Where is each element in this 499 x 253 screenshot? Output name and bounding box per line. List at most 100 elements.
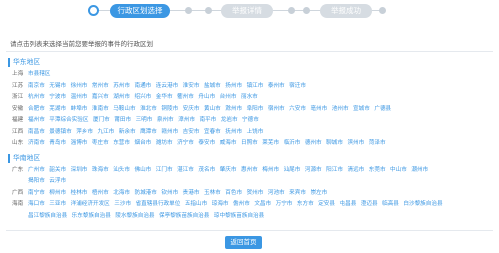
city-link[interactable]: 吉安市 — [183, 127, 200, 139]
city-link[interactable]: 三沙市 — [114, 199, 131, 211]
city-link[interactable]: 梧州市 — [92, 188, 109, 200]
city-link[interactable]: 茂名市 — [198, 165, 215, 177]
city-link[interactable]: 防城港市 — [134, 188, 156, 200]
city-link[interactable]: 万宁市 — [276, 199, 293, 211]
city-link[interactable]: 陵水黎族自治县 — [115, 211, 154, 223]
city-link[interactable]: 德州市 — [305, 138, 322, 150]
city-link[interactable]: 佛山市 — [134, 165, 151, 177]
city-link[interactable]: 温州市 — [71, 92, 88, 104]
city-link[interactable]: 淄博市 — [71, 138, 88, 150]
city-link[interactable]: 东营市 — [113, 138, 130, 150]
city-link[interactable]: 宁波市 — [49, 92, 66, 104]
city-link[interactable]: 滁州市 — [225, 104, 242, 116]
city-link[interactable]: 五指山市 — [185, 199, 207, 211]
city-link[interactable]: 阜阳市 — [247, 104, 264, 116]
city-link[interactable]: 汕尾市 — [284, 165, 301, 177]
city-link[interactable]: 潮州市 — [411, 165, 428, 177]
city-link[interactable]: 无锡市 — [49, 81, 66, 93]
city-link[interactable]: 泰安市 — [198, 138, 215, 150]
city-link[interactable]: 文昌市 — [254, 199, 271, 211]
city-link[interactable]: 苏州市 — [113, 81, 130, 93]
city-link[interactable]: 合肥市 — [28, 104, 45, 116]
city-link[interactable]: 鹰潭市 — [140, 127, 157, 139]
city-link[interactable]: 上饶市 — [247, 127, 264, 139]
city-link[interactable]: 琼中黎族苗族自治县 — [214, 211, 264, 223]
city-link[interactable]: 赣州市 — [161, 127, 178, 139]
city-link[interactable]: 韶关市 — [49, 165, 66, 177]
city-link[interactable]: 南京市 — [28, 81, 45, 93]
city-link[interactable]: 菏泽市 — [369, 138, 386, 150]
city-link[interactable]: 百色市 — [225, 188, 242, 200]
city-link[interactable]: 洋浦经济开发区 — [71, 199, 110, 211]
city-link[interactable]: 汕头市 — [113, 165, 130, 177]
city-link[interactable]: 绍兴市 — [134, 92, 151, 104]
city-link[interactable]: 三明市 — [136, 115, 153, 127]
city-link[interactable]: 盐城市 — [204, 81, 221, 93]
city-link[interactable]: 马鞍山市 — [113, 104, 135, 116]
city-link[interactable]: 烟台市 — [134, 138, 151, 150]
city-link[interactable]: 镇江市 — [247, 81, 264, 93]
city-link[interactable]: 淮北市 — [140, 104, 157, 116]
city-link[interactable]: 舟山市 — [198, 92, 215, 104]
city-link[interactable]: 萍乡市 — [76, 127, 93, 139]
city-link[interactable]: 北海市 — [113, 188, 130, 200]
city-link[interactable]: 厦门市 — [93, 115, 110, 127]
city-link[interactable]: 保亭黎族苗族自治县 — [159, 211, 209, 223]
city-link[interactable]: 省直辖县行政单位 — [136, 199, 181, 211]
city-link[interactable]: 蚌埠市 — [71, 104, 88, 116]
city-link[interactable]: 玉林市 — [204, 188, 221, 200]
city-link[interactable]: 屯昌县 — [340, 199, 357, 211]
city-link[interactable]: 连云港市 — [156, 81, 178, 93]
city-link[interactable]: 市县辖区 — [28, 69, 50, 81]
city-link[interactable]: 湖州市 — [113, 92, 130, 104]
city-link[interactable]: 威海市 — [220, 138, 237, 150]
city-link[interactable]: 抚州市 — [225, 127, 242, 139]
city-link[interactable]: 来宾市 — [289, 188, 306, 200]
city-link[interactable]: 桂林市 — [71, 188, 88, 200]
city-link[interactable]: 肇庆市 — [220, 165, 237, 177]
city-link[interactable]: 常州市 — [92, 81, 109, 93]
city-link[interactable]: 济南市 — [28, 138, 45, 150]
city-link[interactable]: 池州市 — [332, 104, 349, 116]
back-home-button[interactable]: 返回首页 — [225, 236, 262, 249]
city-link[interactable]: 南平市 — [199, 115, 216, 127]
city-link[interactable]: 金华市 — [156, 92, 173, 104]
city-link[interactable]: 莆田市 — [114, 115, 131, 127]
city-link[interactable]: 澄迈县 — [361, 199, 378, 211]
city-link[interactable]: 宣城市 — [353, 104, 370, 116]
city-link[interactable]: 珠海市 — [92, 165, 109, 177]
city-link[interactable]: 南宁市 — [28, 188, 45, 200]
city-link[interactable]: 枣庄市 — [92, 138, 109, 150]
city-link[interactable]: 临高县 — [382, 199, 399, 211]
city-link[interactable]: 台州市 — [220, 92, 237, 104]
city-link[interactable]: 昌江黎族自治县 — [28, 211, 67, 223]
city-link[interactable]: 淮安市 — [183, 81, 200, 93]
city-link[interactable]: 淮南市 — [92, 104, 109, 116]
city-link[interactable]: 莱芜市 — [262, 138, 279, 150]
city-link[interactable]: 南通市 — [134, 81, 151, 93]
city-link[interactable]: 嘉兴市 — [92, 92, 109, 104]
city-link[interactable]: 东莞市 — [369, 165, 386, 177]
city-link[interactable]: 漳州市 — [178, 115, 195, 127]
city-link[interactable]: 泉州市 — [157, 115, 174, 127]
city-link[interactable]: 徐州市 — [71, 81, 88, 93]
city-link[interactable]: 宿迁市 — [289, 81, 306, 93]
city-link[interactable]: 琼海市 — [212, 199, 229, 211]
city-link[interactable]: 云浮市 — [49, 176, 66, 188]
city-link[interactable]: 乐东黎族自治县 — [72, 211, 111, 223]
city-link[interactable]: 日照市 — [241, 138, 258, 150]
city-link[interactable]: 揭阳市 — [28, 176, 45, 188]
city-link[interactable]: 海口市 — [28, 199, 45, 211]
city-link[interactable]: 贺州市 — [247, 188, 264, 200]
city-link[interactable]: 惠州市 — [241, 165, 258, 177]
city-link[interactable]: 新余市 — [119, 127, 136, 139]
city-link[interactable]: 河源市 — [305, 165, 322, 177]
city-link[interactable]: 湛江市 — [177, 165, 194, 177]
city-link[interactable]: 临沂市 — [284, 138, 301, 150]
city-link[interactable]: 平潭综合实验区 — [49, 115, 88, 127]
city-link[interactable]: 扬州市 — [225, 81, 242, 93]
city-link[interactable]: 安庆市 — [183, 104, 200, 116]
city-link[interactable]: 梅州市 — [262, 165, 279, 177]
city-link[interactable]: 江门市 — [156, 165, 173, 177]
city-link[interactable]: 青岛市 — [49, 138, 66, 150]
